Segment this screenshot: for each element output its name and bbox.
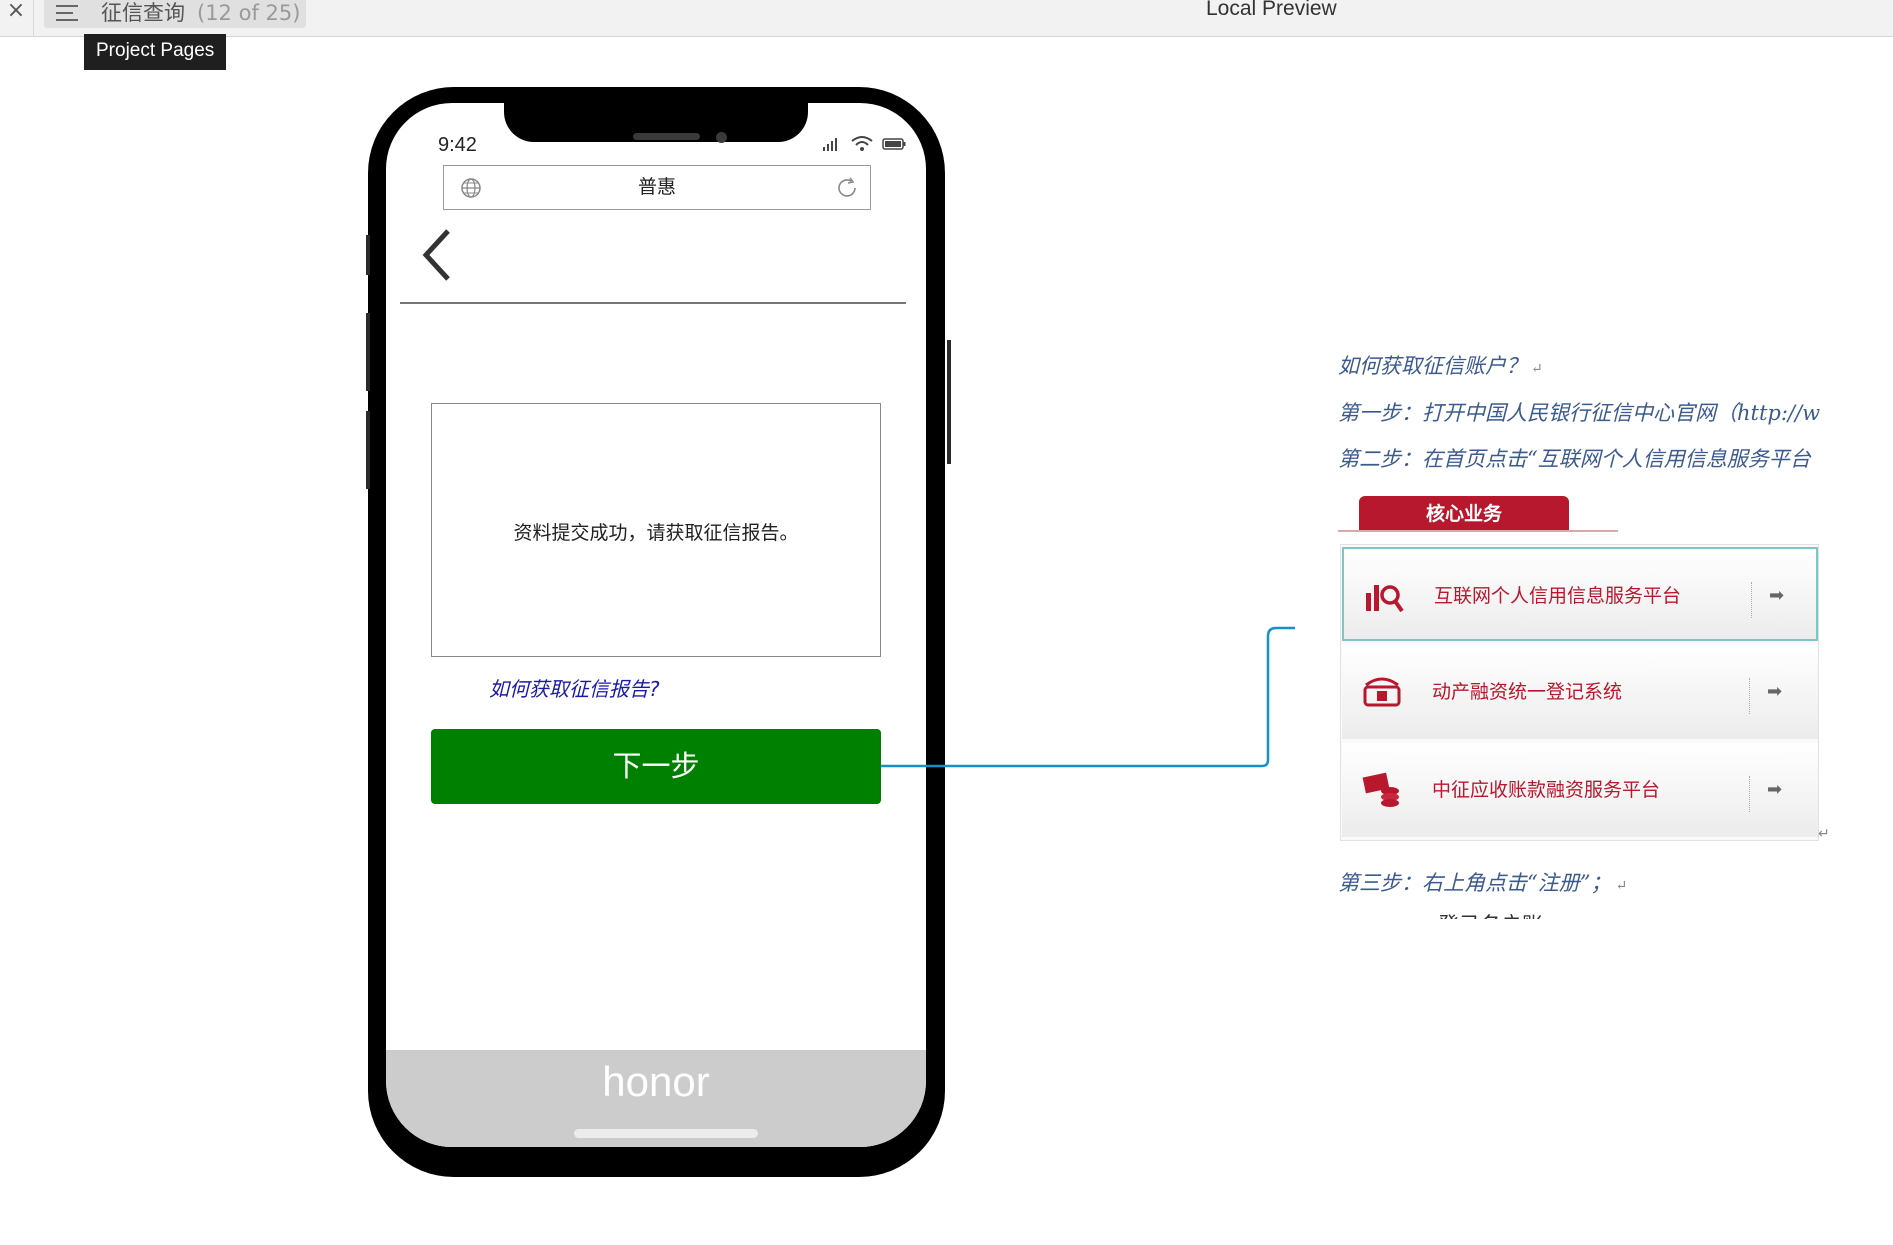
service-label: 互联网个人信用信息服务平台	[1434, 585, 1682, 607]
menu-icon[interactable]	[56, 4, 78, 22]
doc-line-3: 第二步：在首页点击“互联网个人信用信息服务平台	[1338, 447, 1811, 471]
front-camera	[716, 132, 727, 143]
service-divider	[1751, 582, 1752, 618]
toolbar-divider	[33, 0, 34, 37]
doc-line-5-partial: 登录名户账	[1438, 909, 1598, 919]
credit-search-icon	[1366, 585, 1404, 613]
brand-label: honor	[602, 1058, 710, 1105]
refresh-icon[interactable]	[835, 176, 859, 200]
service-divider	[1749, 678, 1750, 714]
next-step-button[interactable]: 下一步	[431, 729, 881, 804]
doc-line-2: 第一步：打开中国人民银行征信中心官网（http://w	[1338, 401, 1821, 425]
preview-title: Local Preview	[1206, 0, 1337, 20]
back-arrow-icon[interactable]	[418, 225, 458, 285]
phone-volume-down	[366, 411, 370, 489]
phone-side-button	[366, 235, 370, 275]
nav-divider	[400, 302, 906, 304]
page-name-text: 征信查询	[101, 1, 185, 25]
registry-icon	[1363, 677, 1401, 707]
return-mark: ↵	[1818, 826, 1830, 842]
page-title[interactable]: 征信查询 (12 of 25)	[101, 0, 300, 27]
url-text: 普惠	[637, 176, 676, 198]
service-divider	[1749, 776, 1750, 812]
phone-volume-up	[366, 313, 370, 391]
address-bar[interactable]: 普惠	[443, 165, 871, 210]
core-tab-underline	[1338, 530, 1618, 532]
doc-line-4: 第三步：右上角点击“注册”； ↵	[1338, 871, 1628, 895]
service-label: 动产融资统一登记系统	[1432, 681, 1623, 703]
help-link[interactable]: 如何获取征信报告?	[489, 673, 660, 702]
doc-line-1: 如何获取征信账户？ ↵	[1338, 354, 1543, 378]
receivables-icon	[1362, 772, 1399, 807]
status-time: 9:42	[438, 134, 477, 156]
project-pages-tooltip: Project Pages	[84, 34, 227, 70]
success-message: 资料提交成功，请获取征信报告。	[513, 522, 799, 544]
service-label: 中征应收账款融资服务平台	[1432, 779, 1661, 801]
signal-icon	[823, 138, 837, 151]
message-box: 资料提交成功，请获取征信报告。	[431, 403, 881, 657]
battery-icon	[882, 138, 906, 150]
arrow-right-icon: ➡	[1769, 585, 1785, 606]
speaker-grille	[633, 133, 700, 140]
service-row-registry: 动产融资统一登记系统 ➡	[1342, 645, 1818, 739]
arrow-right-icon: ➡	[1767, 779, 1783, 800]
wifi-icon	[851, 136, 873, 151]
close-icon[interactable]: ×	[4, 0, 28, 26]
arrow-right-icon: ➡	[1767, 681, 1783, 702]
core-business-tab: 核心业务	[1359, 496, 1569, 532]
service-row-receivables: 中征应收账款融资服务平台 ➡	[1342, 743, 1818, 837]
service-row-credit: 互联网个人信用信息服务平台 ➡	[1342, 547, 1818, 641]
phone-power-button	[947, 340, 951, 464]
globe-icon	[461, 178, 481, 198]
page-count: (12 of 25)	[197, 1, 301, 25]
home-indicator[interactable]	[574, 1129, 758, 1138]
